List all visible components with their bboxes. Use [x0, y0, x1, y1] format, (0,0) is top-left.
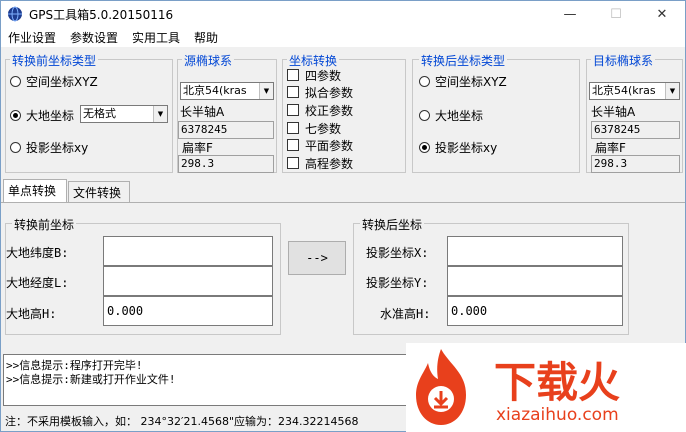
menu-utilities[interactable]: 实用工具 [132, 29, 180, 46]
src-ellipsoid-select[interactable]: 北京54(kras ▼ [180, 82, 274, 100]
dst-radio-projected-label: 投影坐标xy [435, 141, 498, 155]
dst-flattening-field[interactable]: 298.3 [591, 155, 680, 173]
convert-button[interactable]: --> [288, 241, 346, 275]
checkbox-seven-param[interactable] [287, 122, 299, 134]
menu-job-settings[interactable]: 作业设置 [8, 29, 56, 46]
checkbox-correction-param[interactable] [287, 104, 299, 116]
src-ellipsoid-title: 源椭球系 [182, 52, 235, 69]
src-radio-xyz-label: 空间坐标XYZ [26, 75, 98, 89]
src-flattening-label: 扁率F [182, 141, 213, 155]
proj-y-output[interactable] [447, 266, 623, 296]
level-height-output[interactable]: 0.000 [447, 296, 623, 326]
watermark: 下载火 xiazaihuo.com [406, 343, 686, 432]
dst-radio-xyz-label: 空间坐标XYZ [435, 75, 507, 89]
src-semi-major-field[interactable]: 6378245 [178, 121, 274, 139]
height-param-label: 高程参数 [305, 157, 354, 171]
after-coords-group: 转换后坐标 投影坐标X: 投影坐标Y: 水准高H: 0.000 [353, 216, 629, 335]
menu-bar: 作业设置 参数设置 实用工具 帮助 [1, 27, 685, 47]
flame-logo-icon [416, 349, 466, 425]
after-coords-title: 转换后坐标 [360, 216, 425, 233]
four-param-label: 四参数 [305, 69, 342, 83]
src-format-value: 无格式 [83, 107, 116, 120]
dst-flattening-label: 扁率F [595, 141, 626, 155]
src-coord-type-title: 转换前坐标类型 [10, 52, 99, 69]
lat-label: 大地纬度B: [6, 246, 69, 260]
app-globe-icon [8, 6, 22, 22]
window-title: GPS工具箱5.0.20150116 [29, 8, 174, 22]
src-radio-geodetic-label: 大地坐标 [26, 109, 75, 123]
dst-coord-type-title: 转换后坐标类型 [419, 52, 508, 69]
dst-ellipsoid-group: 目标椭球系 北京54(kras ▼ 长半轴A 6378245 扁率F 298.3 [586, 52, 683, 173]
src-radio-projected-label: 投影坐标xy [26, 141, 89, 155]
before-coords-group: 转换前坐标 大地纬度B: 大地经度L: 大地高H: 0.000 [5, 216, 281, 335]
tab-file-convert[interactable]: 文件转换 [68, 181, 130, 202]
src-radio-xyz[interactable] [10, 76, 21, 87]
checkbox-height-param[interactable] [287, 157, 299, 169]
menu-param-settings[interactable]: 参数设置 [70, 29, 118, 46]
dst-semi-major-field[interactable]: 6378245 [591, 121, 680, 139]
src-flattening-field[interactable]: 298.3 [178, 155, 274, 173]
close-button[interactable]: ✕ [639, 1, 685, 27]
dst-radio-projected[interactable] [419, 142, 430, 153]
height-input[interactable]: 0.000 [103, 296, 273, 326]
dst-ellipsoid-select[interactable]: 北京54(kras ▼ [589, 82, 680, 100]
dst-ellipsoid-value: 北京54(kras [592, 84, 656, 97]
dst-ellipsoid-title: 目标椭球系 [591, 52, 656, 69]
proj-x-label: 投影坐标X: [366, 246, 429, 260]
watermark-brand: 下载火 [494, 358, 621, 407]
dst-semi-major-label: 长半轴A [591, 105, 636, 119]
plane-param-label: 平面参数 [305, 139, 354, 153]
fit-param-label: 拟合参数 [305, 86, 354, 100]
src-ellipsoid-value: 北京54(kras [183, 84, 247, 97]
maximize-button[interactable]: ☐ [593, 1, 639, 27]
tab-single-point[interactable]: 单点转换 [3, 179, 67, 202]
chevron-down-icon: ▼ [665, 83, 679, 99]
height-label: 大地高H: [6, 307, 57, 321]
dst-radio-xyz[interactable] [419, 76, 430, 87]
app-window: GPS工具箱5.0.20150116 — ☐ ✕ 作业设置 参数设置 实用工具 … [0, 0, 686, 432]
checkbox-plane-param[interactable] [287, 139, 299, 151]
correction-param-label: 校正参数 [305, 104, 354, 118]
dst-coord-type-group: 转换后坐标类型 空间坐标XYZ 大地坐标 投影坐标xy [412, 52, 580, 173]
minimize-button[interactable]: — [547, 1, 593, 27]
proj-y-label: 投影坐标Y: [366, 276, 429, 290]
before-coords-title: 转换前坐标 [12, 216, 77, 233]
dst-radio-geodetic-label: 大地坐标 [435, 109, 484, 123]
lat-input[interactable] [103, 236, 273, 266]
src-radio-projected[interactable] [10, 142, 21, 153]
chevron-down-icon: ▼ [153, 106, 167, 122]
transform-group: 坐标转换 四参数 拟合参数 校正参数 七参数 平面参数 高程参数 [282, 52, 406, 173]
log-line: >>信息提示:新建或打开作业文件! [6, 373, 176, 386]
lon-input[interactable] [103, 266, 273, 296]
status-text: 注：不采用模板输入，如： 234°32′21.4568"应输为：234.3221… [5, 415, 359, 428]
title-bar: GPS工具箱5.0.20150116 — ☐ ✕ [1, 1, 685, 27]
menu-help[interactable]: 帮助 [194, 29, 218, 46]
dst-radio-geodetic[interactable] [419, 110, 430, 121]
src-semi-major-label: 长半轴A [180, 105, 225, 119]
seven-param-label: 七参数 [305, 122, 342, 136]
proj-x-output[interactable] [447, 236, 623, 266]
chevron-down-icon: ▼ [259, 83, 273, 99]
single-point-panel: 转换前坐标 大地纬度B: 大地经度L: 大地高H: 0.000 --> 转换后坐… [1, 202, 685, 352]
watermark-url: xiazaihuo.com [496, 405, 619, 425]
src-coord-type-group: 转换前坐标类型 空间坐标XYZ 大地坐标 无格式 ▼ 投影坐标xy [5, 52, 173, 173]
checkbox-four-param[interactable] [287, 69, 299, 81]
src-format-select[interactable]: 无格式 ▼ [80, 105, 168, 123]
lon-label: 大地经度L: [6, 276, 69, 290]
level-height-label: 水准高H: [380, 307, 431, 321]
src-ellipsoid-group: 源椭球系 北京54(kras ▼ 长半轴A 6378245 扁率F 298.3 [177, 52, 277, 173]
src-radio-geodetic[interactable] [10, 110, 21, 121]
checkbox-fit-param[interactable] [287, 86, 299, 98]
